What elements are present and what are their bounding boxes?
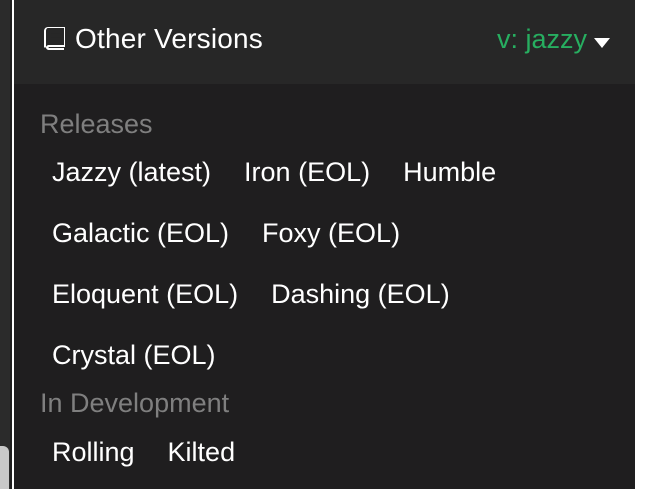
version-link-galactic[interactable]: Galactic (EOL) (52, 218, 229, 249)
version-link-humble[interactable]: Humble (403, 157, 496, 188)
version-link-rolling[interactable]: Rolling (52, 437, 135, 468)
versions-title: Other Versions (41, 21, 263, 57)
version-link-foxy[interactable]: Foxy (EOL) (262, 218, 400, 249)
releases-heading: Releases (40, 109, 153, 139)
releases-row: Eloquent (EOL) Dashing (EOL) (52, 279, 450, 310)
in-development-heading: In Development (40, 388, 230, 418)
releases-row: Galactic (EOL) Foxy (EOL) (52, 218, 400, 249)
in-development-row: Rolling Kilted (52, 437, 235, 468)
caret-down-icon[interactable] (594, 35, 610, 48)
version-link-jazzy[interactable]: Jazzy (latest) (52, 157, 211, 188)
book-icon (41, 26, 67, 52)
version-link-iron[interactable]: Iron (EOL) (244, 157, 370, 188)
versions-panel: Other Versions v: jazzy Releases Jazzy (… (14, 0, 635, 489)
releases-row: Jazzy (latest) Iron (EOL) Humble (52, 157, 496, 188)
version-link-crystal[interactable]: Crystal (EOL) (52, 340, 216, 371)
scrollbar-handle[interactable] (0, 446, 9, 489)
panel-title: Other Versions (75, 23, 263, 54)
left-window-edge (0, 0, 12, 489)
releases-row: Crystal (EOL) (52, 340, 216, 371)
edge-divider (10, 0, 12, 489)
version-link-kilted[interactable]: Kilted (168, 437, 236, 468)
version-dropdown[interactable]: v: jazzy (497, 24, 610, 55)
current-version-label[interactable]: v: jazzy (497, 24, 587, 55)
version-link-eloquent[interactable]: Eloquent (EOL) (52, 279, 238, 310)
versions-header: Other Versions v: jazzy (14, 0, 635, 84)
version-link-dashing[interactable]: Dashing (EOL) (271, 279, 450, 310)
